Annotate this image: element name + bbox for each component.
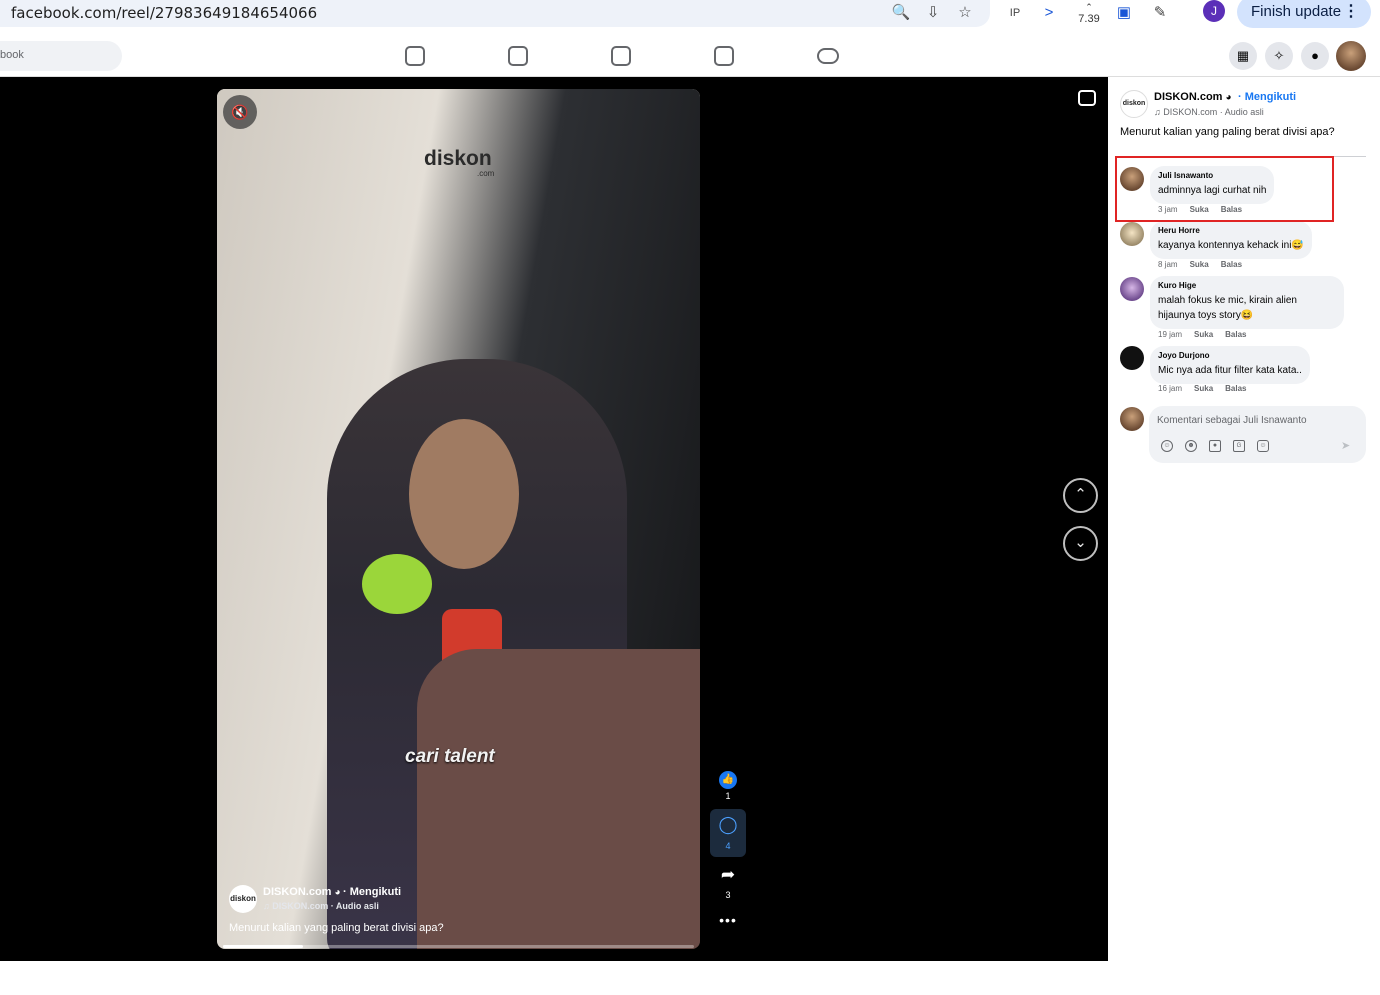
owner-name[interactable]: DISKON.com ◕ — [1154, 91, 1232, 103]
share-icon[interactable]: ➦ — [710, 865, 746, 885]
video-face — [409, 419, 519, 569]
post-description: Menurut kalian yang paling berat divisi … — [1120, 126, 1335, 138]
marketplace-icon[interactable] — [714, 46, 734, 66]
reel-video[interactable]: diskon .com cari talent 🔇 diskon DISKON.… — [217, 89, 700, 949]
comment-meta: 16 jam Suka Balas — [1158, 384, 1259, 393]
comment-reply-button[interactable]: Balas — [1225, 384, 1246, 393]
gaming-icon[interactable] — [817, 48, 839, 64]
comment-input[interactable] — [1157, 412, 1357, 428]
globe-icon: ◕ — [334, 887, 341, 898]
address-bar[interactable]: facebook.com/reel/27983649184654066 — [0, 0, 990, 27]
comment-text: malah fokus ke mic, kirain alien hijauny… — [1158, 295, 1297, 321]
expand-panel-icon[interactable] — [1078, 90, 1096, 106]
facebook-header: book ▦ ✧ ● — [0, 34, 1380, 77]
reel-audio[interactable]: ♫ DISKON.com · Audio asli — [263, 901, 379, 911]
follow-button[interactable]: · Mengikuti — [1238, 91, 1296, 103]
highlighted-comment-box — [1115, 156, 1334, 222]
my-avatar[interactable] — [1120, 407, 1144, 431]
ip-extension-icon[interactable]: IP — [1004, 2, 1026, 24]
comment-time[interactable]: 8 jam — [1158, 260, 1178, 269]
puzzle-icon[interactable]: ✎ — [1149, 2, 1171, 24]
comment-like-button[interactable]: Suka — [1190, 260, 1209, 269]
home-icon[interactable] — [405, 46, 425, 66]
comment-like-button[interactable]: Suka — [1194, 330, 1213, 339]
kebab-menu-icon[interactable]: ⋮ — [1343, 0, 1359, 28]
reel-progress-fill — [223, 945, 304, 948]
url-text[interactable]: facebook.com/reel/27983649184654066 — [11, 4, 317, 22]
comment-count: 4 — [725, 841, 731, 851]
reel-owner-name[interactable]: DISKON.com ◕ — [263, 886, 341, 898]
stats-icon[interactable] — [611, 46, 631, 66]
media-icon[interactable]: ▣ — [1113, 2, 1135, 24]
comment-bubble: Heru Horre kayanya kontennya kehack ini😅 — [1150, 221, 1312, 259]
comment-text: kayanya kontennya kehack ini😅 — [1158, 240, 1304, 251]
previous-reel-icon[interactable]: ⌃ — [1063, 478, 1098, 513]
sticker-icon[interactable]: ☺ — [1257, 440, 1269, 452]
comment-composer: ☺ ☻ ● G ☺ ➤ — [1149, 406, 1366, 463]
comment-time[interactable]: 16 jam — [1158, 384, 1182, 393]
chevron-right-icon[interactable]: > — [1038, 2, 1060, 24]
commenter-name[interactable]: Joyo Durjono — [1158, 351, 1302, 360]
owner-label: DISKON.com — [1154, 91, 1223, 103]
video-microphone — [362, 554, 432, 614]
browser-toolbar: facebook.com/reel/27983649184654066 🔍 ⇩ … — [0, 0, 1380, 30]
video-caption: cari talent — [405, 746, 495, 767]
reel-description: Menurut kalian yang paling berat divisi … — [229, 922, 444, 934]
search-placeholder: book — [0, 49, 24, 61]
comment-button[interactable]: ◯ 4 — [710, 809, 746, 857]
commenter-avatar[interactable] — [1120, 277, 1144, 301]
send-icon[interactable]: ➤ — [1341, 439, 1350, 452]
commenter-avatar[interactable] — [1120, 222, 1144, 246]
mute-icon[interactable]: 🔇 — [223, 95, 257, 129]
reel-stage: diskon .com cari talent 🔇 diskon DISKON.… — [0, 77, 1108, 961]
messenger-icon[interactable]: ✧ — [1265, 42, 1293, 70]
speed-label: 7.39 — [1078, 13, 1100, 25]
reel-progress-bar[interactable] — [223, 945, 694, 948]
like-count: 1 — [725, 791, 731, 801]
comment-meta: 19 jam Suka Balas — [1158, 330, 1259, 339]
search-bar[interactable]: book — [0, 41, 122, 71]
install-icon[interactable]: ⇩ — [922, 2, 944, 24]
reel-follow-button[interactable]: · Mengikuti — [343, 886, 401, 898]
window-bottom — [0, 961, 1380, 995]
emoji-icon[interactable]: ☻ — [1185, 440, 1197, 452]
reel-owner-label: DISKON.com — [263, 886, 332, 898]
reel-owner-avatar[interactable]: diskon — [229, 885, 257, 913]
avatar-sticker-icon[interactable]: ☺ — [1161, 440, 1173, 452]
more-options-icon[interactable]: ••• — [710, 912, 746, 928]
owner-avatar[interactable]: diskon — [1120, 90, 1148, 118]
video-arm — [417, 649, 700, 949]
owner-audio[interactable]: ♫ DISKON.com · Audio asli — [1154, 107, 1264, 117]
comment-like-button[interactable]: Suka — [1194, 384, 1213, 393]
gif-icon[interactable]: G — [1233, 440, 1245, 452]
comment-time[interactable]: 19 jam — [1158, 330, 1182, 339]
video-watermark-sub: .com — [477, 169, 495, 178]
reels-icon[interactable] — [508, 46, 528, 66]
bell-icon[interactable]: ● — [1301, 42, 1329, 70]
comment-icon: ◯ — [718, 815, 738, 834]
share-count: 3 — [725, 890, 731, 900]
comment-text: Mic nya ada fitur filter kata kata.. — [1158, 365, 1302, 376]
comment-bubble: Joyo Durjono Mic nya ada fitur filter ka… — [1150, 346, 1310, 384]
finish-update-button[interactable]: Finish update ⋮ — [1237, 0, 1371, 28]
profile-avatar[interactable]: J — [1203, 0, 1225, 22]
comment-reply-button[interactable]: Balas — [1221, 260, 1242, 269]
finish-update-label: Finish update — [1251, 3, 1342, 20]
camera-icon[interactable]: ● — [1209, 440, 1221, 452]
zoom-icon[interactable]: 🔍 — [890, 2, 912, 24]
next-reel-icon[interactable]: ⌄ — [1063, 526, 1098, 561]
speed-extension-icon[interactable]: ⌃ 7.39 — [1074, 1, 1104, 25]
commenter-avatar[interactable] — [1120, 346, 1144, 370]
menu-grid-icon[interactable]: ▦ — [1229, 42, 1257, 70]
comment-bubble: Kuro Hige malah fokus ke mic, kirain ali… — [1150, 276, 1344, 329]
like-icon[interactable]: 👍 — [710, 767, 746, 789]
globe-icon: ◕ — [1225, 92, 1232, 103]
commenter-name[interactable]: Heru Horre — [1158, 226, 1304, 235]
star-icon[interactable]: ☆ — [954, 2, 976, 24]
comment-meta: 8 jam Suka Balas — [1158, 260, 1254, 269]
comment-reply-button[interactable]: Balas — [1225, 330, 1246, 339]
account-avatar[interactable] — [1336, 41, 1366, 71]
video-watermark: diskon — [424, 147, 492, 170]
commenter-name[interactable]: Kuro Hige — [1158, 281, 1336, 290]
